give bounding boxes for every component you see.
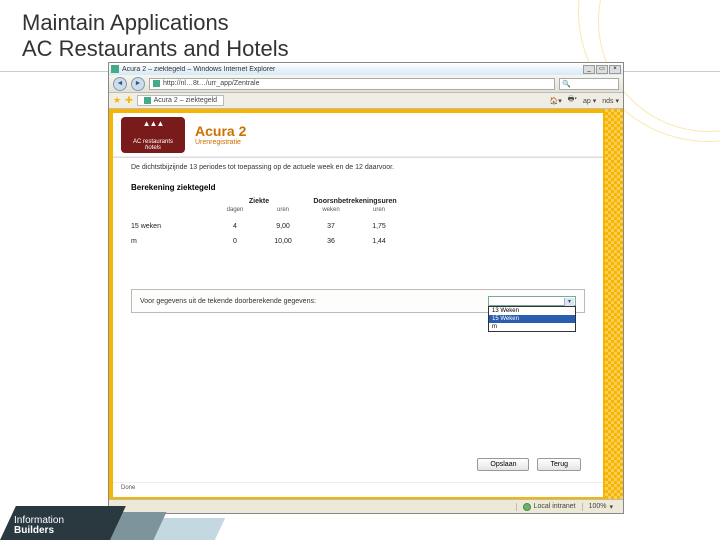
minimize-button[interactable]: _ — [583, 65, 595, 74]
footer-brand: Information Builders — [14, 516, 64, 536]
home-icon[interactable]: 🏠▾ — [550, 95, 562, 106]
cell: 0 — [211, 238, 259, 245]
lead-text: De dichtstbijzijnde 13 periodes tot toep… — [113, 158, 603, 175]
back-nav-button[interactable]: ◄ — [113, 77, 127, 91]
app-title-block: Acura 2 Urenregistratie — [195, 123, 246, 146]
company-logo: AC restaurants hotels — [121, 117, 185, 153]
close-button[interactable]: × — [609, 65, 621, 74]
zone-label: Local intranet — [534, 503, 576, 510]
dropdown-option[interactable]: m — [489, 323, 575, 331]
cell: 37 — [307, 223, 355, 230]
browser-tab[interactable]: Acura 2 – ziektegeld — [137, 95, 224, 106]
back-button[interactable]: Terug — [537, 458, 581, 471]
nav-bar: ◄ ► http://nl…8t…/urr_app/Zentrale 🔍 — [109, 75, 623, 93]
action-buttons: Opslaan Terug — [477, 458, 581, 471]
address-bar[interactable]: http://nl…8t…/urr_app/Zentrale — [149, 78, 555, 90]
address-text: http://nl…8t…/urr_app/Zentrale — [163, 80, 260, 87]
page-menu[interactable]: ap ▾ — [583, 95, 596, 106]
cell: 1,75 — [355, 223, 403, 230]
col-sub-2: uren — [259, 207, 307, 213]
search-box[interactable]: 🔍 — [559, 78, 619, 90]
favicon-icon — [111, 65, 119, 73]
globe-icon — [523, 503, 531, 511]
col-sub-4: uren — [355, 207, 403, 213]
slide-footer: Information Builders — [0, 500, 220, 540]
logo-line2: hotels — [145, 145, 161, 151]
address-favicon-icon — [153, 80, 160, 87]
window-title: Acura 2 – ziektegeld – Windows Internet … — [122, 66, 583, 73]
table-header-groups: Ziekte Doorsnbetrekeningsuren — [113, 198, 603, 205]
favorites-icon[interactable]: ★ — [113, 95, 121, 106]
card-footer: Done — [113, 482, 603, 493]
tab-label: Acura 2 – ziektegeld — [154, 97, 217, 104]
toolbar: ★ ✚ Acura 2 – ziektegeld 🏠▾ 🖶▾ ap ▾ nds … — [109, 93, 623, 109]
col-group-2: Doorsnbetrekeningsuren — [307, 198, 403, 205]
status-zone: Local intranet — [516, 503, 582, 511]
add-favorites-icon[interactable]: ✚ — [125, 95, 133, 106]
table-subheader: dagen uren weken uren — [113, 205, 603, 219]
data-table: Ziekte Doorsnbetrekeningsuren dagen uren… — [113, 198, 603, 249]
period-dropdown[interactable]: ▾ 13 Weken 15 Weken m — [488, 296, 576, 306]
row-label: 15 weken — [131, 223, 211, 230]
status-zoom[interactable]: 100% ▾ — [582, 503, 619, 511]
dropdown-list: 13 Weken 15 Weken m — [488, 306, 576, 332]
cell: 9,00 — [259, 223, 307, 230]
table-row: m 0 10,00 36 1,44 — [113, 234, 603, 249]
zoom-label: 100% — [589, 503, 607, 510]
cell: 10,00 — [259, 238, 307, 245]
save-button[interactable]: Opslaan — [477, 458, 529, 471]
dropdown-option[interactable]: 13 Weken — [489, 307, 575, 315]
chevron-down-icon: ▾ — [564, 298, 574, 306]
table-row: 15 weken 4 9,00 37 1,75 — [113, 219, 603, 234]
tools-menu[interactable]: nds ▾ — [602, 95, 619, 106]
app-title: Acura 2 — [195, 123, 246, 139]
window-titlebar: Acura 2 – ziektegeld – Windows Internet … — [109, 63, 623, 75]
cell: 1,44 — [355, 238, 403, 245]
forward-nav-button[interactable]: ► — [131, 77, 145, 91]
parameter-panel: Voor gegevens uit de tekende doorbereken… — [131, 289, 585, 313]
app-header: AC restaurants hotels Acura 2 Urenregist… — [113, 113, 603, 157]
content-card: AC restaurants hotels Acura 2 Urenregist… — [113, 113, 603, 497]
row-label: m — [131, 238, 211, 245]
section-title: Berekening ziektegeld — [113, 175, 603, 198]
col-sub-1: dagen — [211, 207, 259, 213]
col-sub-3: weken — [307, 207, 355, 213]
app-subtitle: Urenregistratie — [195, 139, 246, 146]
cell: 36 — [307, 238, 355, 245]
search-icon: 🔍 — [562, 80, 571, 88]
cell: 4 — [211, 223, 259, 230]
maximize-button[interactable]: ▭ — [596, 65, 608, 74]
panel-label: Voor gegevens uit de tekende doorbereken… — [140, 298, 484, 305]
col-group-1: Ziekte — [211, 198, 307, 205]
tab-favicon-icon — [144, 97, 151, 104]
footer-brand-bottom: Builders — [14, 525, 54, 536]
dropdown-option[interactable]: 15 Weken — [489, 315, 575, 323]
window-controls: _ ▭ × — [583, 65, 621, 74]
print-icon[interactable]: 🖶▾ — [568, 95, 577, 106]
page-canvas: AC restaurants hotels Acura 2 Urenregist… — [109, 109, 623, 501]
browser-window: Acura 2 – ziektegeld – Windows Internet … — [108, 62, 624, 514]
